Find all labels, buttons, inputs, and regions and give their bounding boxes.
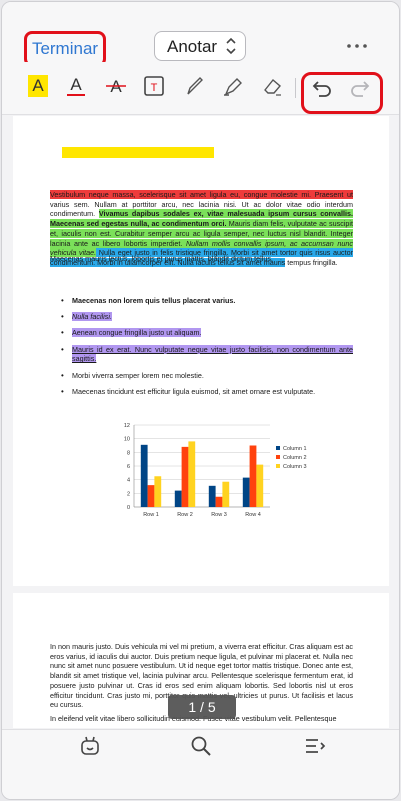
underline-glyph: A bbox=[70, 75, 82, 94]
bar bbox=[181, 446, 189, 507]
bar bbox=[222, 481, 230, 507]
app-frame: Terminar Anotar A A A T Vestibulum neque… bbox=[1, 1, 400, 800]
strikethrough-icon[interactable]: A bbox=[104, 72, 128, 100]
bar bbox=[256, 464, 264, 507]
list-item-text: Nulla facilisi. bbox=[72, 312, 112, 322]
page-indicator: 1 / 5 bbox=[168, 695, 236, 719]
bar bbox=[188, 441, 196, 507]
list-item-text: Maecenas tincidunt est efficitur ligula … bbox=[72, 386, 316, 396]
x-tick-label: Row 4 bbox=[245, 512, 261, 518]
x-tick-label: Row 2 bbox=[177, 512, 193, 518]
textbox-glyph: T bbox=[151, 82, 158, 94]
underline-icon[interactable]: A bbox=[64, 72, 88, 100]
legend-label: Column 2 bbox=[283, 455, 307, 461]
outline-menu-icon[interactable] bbox=[303, 734, 327, 758]
bar bbox=[215, 496, 223, 507]
list-item-text: Aenean congue fringilla justo ut aliquam… bbox=[72, 328, 202, 338]
ai-assistant-icon[interactable] bbox=[78, 734, 102, 758]
list-item-text: Mauris id ex erat. Nunc vulputate neque … bbox=[72, 344, 353, 364]
marker-icon[interactable] bbox=[220, 72, 244, 100]
list-item-text: Maecenas non lorem quis tellus placerat … bbox=[72, 296, 236, 305]
legend-label: Column 3 bbox=[283, 464, 307, 470]
y-tick-label: 2 bbox=[127, 491, 130, 497]
y-tick-label: 6 bbox=[127, 464, 130, 470]
list-item: • Aenean congue fringilla justo ut aliqua… bbox=[61, 328, 202, 338]
legend-label: Column 1 bbox=[283, 446, 307, 452]
bar bbox=[140, 444, 148, 507]
red-highlight-text: Vestibulum neque massa, scelerisque sit … bbox=[50, 190, 353, 199]
mode-selector[interactable]: Anotar bbox=[154, 31, 246, 61]
bar bbox=[249, 445, 257, 507]
eraser-icon[interactable] bbox=[260, 72, 284, 100]
bar bbox=[242, 477, 250, 507]
y-tick-label: 8 bbox=[127, 450, 130, 456]
bar bbox=[208, 485, 216, 507]
y-tick-label: 4 bbox=[127, 478, 130, 484]
list-item-text: Morbi viverra semper lorem nec molestie. bbox=[72, 370, 204, 380]
bar bbox=[154, 476, 162, 507]
more-horizontal-icon[interactable] bbox=[346, 39, 368, 49]
bottom-bar bbox=[2, 729, 399, 799]
list-item: • Morbi viverra semper lorem nec molestie… bbox=[61, 370, 204, 380]
highlight-glyph: A bbox=[28, 75, 48, 97]
y-tick-label: 12 bbox=[124, 423, 130, 429]
search-icon[interactable] bbox=[189, 734, 213, 758]
mode-label: Anotar bbox=[167, 37, 218, 56]
list-item: • Maecenas tincidunt est efficitur ligula… bbox=[61, 386, 316, 396]
undo-redo-highlight bbox=[301, 72, 383, 114]
bar bbox=[147, 485, 155, 507]
legend-swatch bbox=[276, 455, 280, 459]
list-item: • Nulla facilisi. bbox=[61, 312, 112, 322]
bullet-list: • Maecenas non lorem quis tellus placerat… bbox=[50, 296, 353, 403]
list-item: • Mauris id ex erat. Nunc vulputate neque… bbox=[61, 344, 353, 364]
yellow-highlight-block bbox=[62, 147, 214, 158]
bar bbox=[174, 490, 182, 507]
list-item: • Maecenas non lorem quis tellus placerat… bbox=[61, 296, 236, 305]
y-tick-label: 0 bbox=[127, 505, 130, 511]
chevron-up-down-icon bbox=[226, 37, 236, 55]
legend-swatch bbox=[276, 464, 280, 468]
pen-icon[interactable] bbox=[182, 72, 206, 100]
x-tick-label: Row 3 bbox=[211, 512, 227, 518]
top-bar: Terminar Anotar bbox=[2, 2, 399, 67]
legend-swatch bbox=[276, 446, 280, 450]
document-page-1: Vestibulum neque massa, scelerisque sit … bbox=[13, 116, 389, 586]
highlight-icon[interactable]: A bbox=[26, 72, 50, 100]
y-tick-label: 10 bbox=[124, 437, 130, 443]
x-tick-label: Row 1 bbox=[143, 512, 159, 518]
bar-chart: 0 2 4 6 8 10 12 Row 1 Row 2 Row 3 Row 4 Column 1 Col… bbox=[124, 423, 307, 518]
text-box-icon[interactable]: T bbox=[142, 72, 166, 100]
toolbar-divider bbox=[295, 78, 296, 98]
paragraph-2: Maecenas mauris lectus, lobortis et puru… bbox=[50, 254, 273, 263]
